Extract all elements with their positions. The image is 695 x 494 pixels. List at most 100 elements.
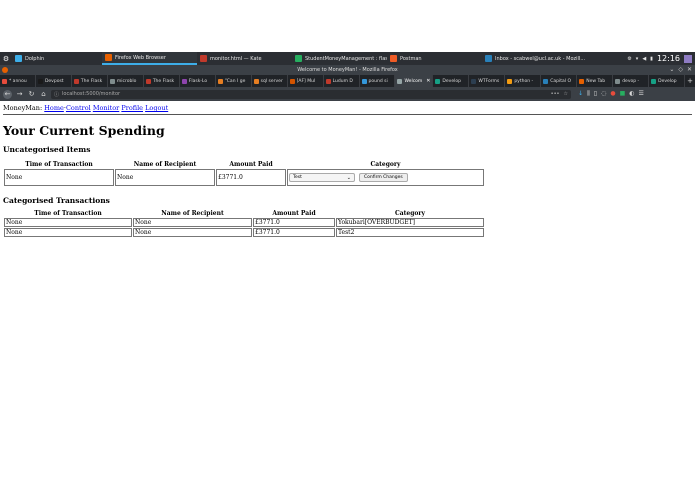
tab-label: The Flask xyxy=(152,78,175,84)
browser-tab[interactable]: Devpost xyxy=(36,75,72,87)
network-icon[interactable]: ▾ xyxy=(636,56,639,62)
browser-tab[interactable]: Ludum D xyxy=(324,75,360,87)
firefox-icon xyxy=(2,67,8,73)
taskbar-task[interactable]: StudentMoneyManagement : flask... xyxy=(292,52,387,65)
close-tab-icon[interactable]: ✕ xyxy=(426,78,430,84)
volume-icon[interactable]: ◀ xyxy=(642,56,646,62)
app-icon xyxy=(295,55,302,62)
browser-tab[interactable]: [AF] Mul xyxy=(288,75,324,87)
app-icon xyxy=(200,55,207,62)
tab-label: WTForms xyxy=(478,78,500,84)
extension-icon[interactable]: ● xyxy=(610,90,615,98)
page-title: Your Current Spending xyxy=(3,123,165,138)
category-select-value: Test xyxy=(293,175,302,180)
taskbar-task[interactable]: Dolphin xyxy=(12,52,102,65)
table-row: None None £3771.0 Test ⌄ Confirm Changes xyxy=(4,169,484,186)
favicon-icon xyxy=(325,78,331,84)
tab-strip: * annou Devpost The Flask microblo The Flask… xyxy=(0,75,695,87)
new-tab-button[interactable]: + xyxy=(685,75,695,87)
taskbar-task[interactable]: Postman xyxy=(387,52,482,65)
page-actions-icon[interactable]: ••• xyxy=(551,91,560,97)
column-header: Amount Paid xyxy=(229,161,273,168)
taskbar-task[interactable]: Firefox Web Browser xyxy=(102,52,197,65)
recipient-cell: None xyxy=(133,228,252,237)
screenshot-icon[interactable]: ◌ xyxy=(601,90,606,98)
nav-link-logout[interactable]: Logout xyxy=(145,104,168,112)
taskbar-task-label: Postman xyxy=(400,55,422,62)
amount-cell: £3771.0 xyxy=(253,228,335,237)
column-header: Time of Transaction xyxy=(34,210,102,217)
favicon-icon xyxy=(361,78,367,84)
taskbar-task[interactable]: Inbox - scabwel@ucl.ac.uk - Mozill... xyxy=(482,52,592,65)
user-avatar-icon[interactable] xyxy=(684,54,692,63)
window-titlebar: Welcome to MoneyMan! - Mozilla Firefox ⌄… xyxy=(0,65,695,75)
browser-tab[interactable]: devop - xyxy=(613,75,650,87)
tab-label: pound si xyxy=(368,78,388,84)
confirm-changes-button[interactable]: Confirm Changes xyxy=(359,173,408,182)
category-select[interactable]: Test ⌄ xyxy=(289,173,355,182)
browser-tab[interactable]: "Can I ge xyxy=(216,75,252,87)
close-window-icon[interactable]: ✕ xyxy=(687,66,692,73)
column-header: Name of Recipient xyxy=(161,210,224,217)
browser-tab[interactable]: microblo xyxy=(108,75,144,87)
favicon-icon xyxy=(2,78,7,84)
browser-tab[interactable]: sql server xyxy=(252,75,288,87)
recipient-cell: None xyxy=(133,218,252,227)
favicon-icon xyxy=(435,78,441,84)
addon-icon[interactable]: ■ xyxy=(620,90,626,98)
browser-tab[interactable]: python - xyxy=(505,75,542,87)
library-icon[interactable]: ⫼ xyxy=(587,90,590,98)
category-cell: Test ⌄ Confirm Changes xyxy=(287,169,484,186)
app-launcher-icon[interactable]: ⚙ xyxy=(0,52,12,65)
favicon-icon xyxy=(397,78,403,84)
nav-link-monitor[interactable]: Monitor xyxy=(93,104,119,112)
sidebar-icon[interactable]: ▯ xyxy=(594,90,597,98)
home-button[interactable]: ⌂ xyxy=(39,90,48,99)
nav-link-profile[interactable]: Profile xyxy=(121,104,143,112)
bookmark-star-icon[interactable]: ☆ xyxy=(564,91,568,97)
time-cell: None xyxy=(4,228,132,237)
recipient-cell: None xyxy=(115,169,215,186)
taskbar-task[interactable]: monitor.html — Kate xyxy=(197,52,292,65)
favicon-icon xyxy=(217,78,223,84)
browser-tab[interactable]: * annou xyxy=(0,75,36,87)
browser-tab[interactable]: New Tab xyxy=(577,75,614,87)
download-icon[interactable]: ↓ xyxy=(578,90,583,98)
favicon-icon xyxy=(651,78,657,84)
nav-link-control[interactable]: Control xyxy=(66,104,91,112)
favicon-icon xyxy=(543,78,549,84)
minimize-icon[interactable]: ⌄ xyxy=(669,66,674,73)
maximize-icon[interactable]: ◇ xyxy=(678,66,683,73)
clock[interactable]: 12:16 xyxy=(657,54,680,63)
browser-toolbar: ← → ↻ ⌂ ⓘ localhost:5000/monitor ••• ☆ ↓… xyxy=(0,87,695,101)
account-icon[interactable]: ◐ xyxy=(629,90,634,98)
browser-tab[interactable]: Welcom ✕ xyxy=(395,75,434,87)
column-header: Amount Paid xyxy=(272,210,316,217)
system-tray: ⚙ ▾ ◀ ▮ 12:16 xyxy=(627,54,695,63)
reload-button[interactable]: ↻ xyxy=(27,90,36,99)
browser-tab[interactable]: WTForms xyxy=(469,75,506,87)
column-header: Name of Recipient xyxy=(133,161,197,168)
browser-tab[interactable]: pound si xyxy=(360,75,396,87)
browser-tab[interactable]: The Flask xyxy=(72,75,108,87)
forward-button[interactable]: → xyxy=(15,90,24,99)
back-button[interactable]: ← xyxy=(3,89,12,99)
web-page: MoneyMan: Home​·Control Monitor Profile … xyxy=(0,101,695,494)
browser-tab[interactable]: The Flask xyxy=(144,75,180,87)
url-bar[interactable]: ⓘ localhost:5000/monitor ••• ☆ xyxy=(51,89,571,99)
column-header: Category xyxy=(394,210,426,217)
battery-icon[interactable]: ▮ xyxy=(650,56,653,62)
favicon-icon xyxy=(253,78,259,84)
settings-icon[interactable]: ⚙ xyxy=(627,56,631,62)
nav-link-home[interactable]: Home xyxy=(44,104,64,112)
tab-label: Flask-Lo xyxy=(188,78,208,84)
page-info-icon[interactable]: ⓘ xyxy=(54,91,59,98)
browser-tab[interactable]: Develop xyxy=(433,75,470,87)
browser-tab[interactable]: Develop xyxy=(649,75,686,87)
tab-label: Capital O xyxy=(550,78,572,84)
menu-icon[interactable]: ☰ xyxy=(639,90,644,98)
browser-tab[interactable]: Flask-Lo xyxy=(180,75,216,87)
browser-tab[interactable]: Capital O xyxy=(541,75,578,87)
favicon-icon xyxy=(73,78,79,84)
favicon-icon xyxy=(471,78,477,84)
